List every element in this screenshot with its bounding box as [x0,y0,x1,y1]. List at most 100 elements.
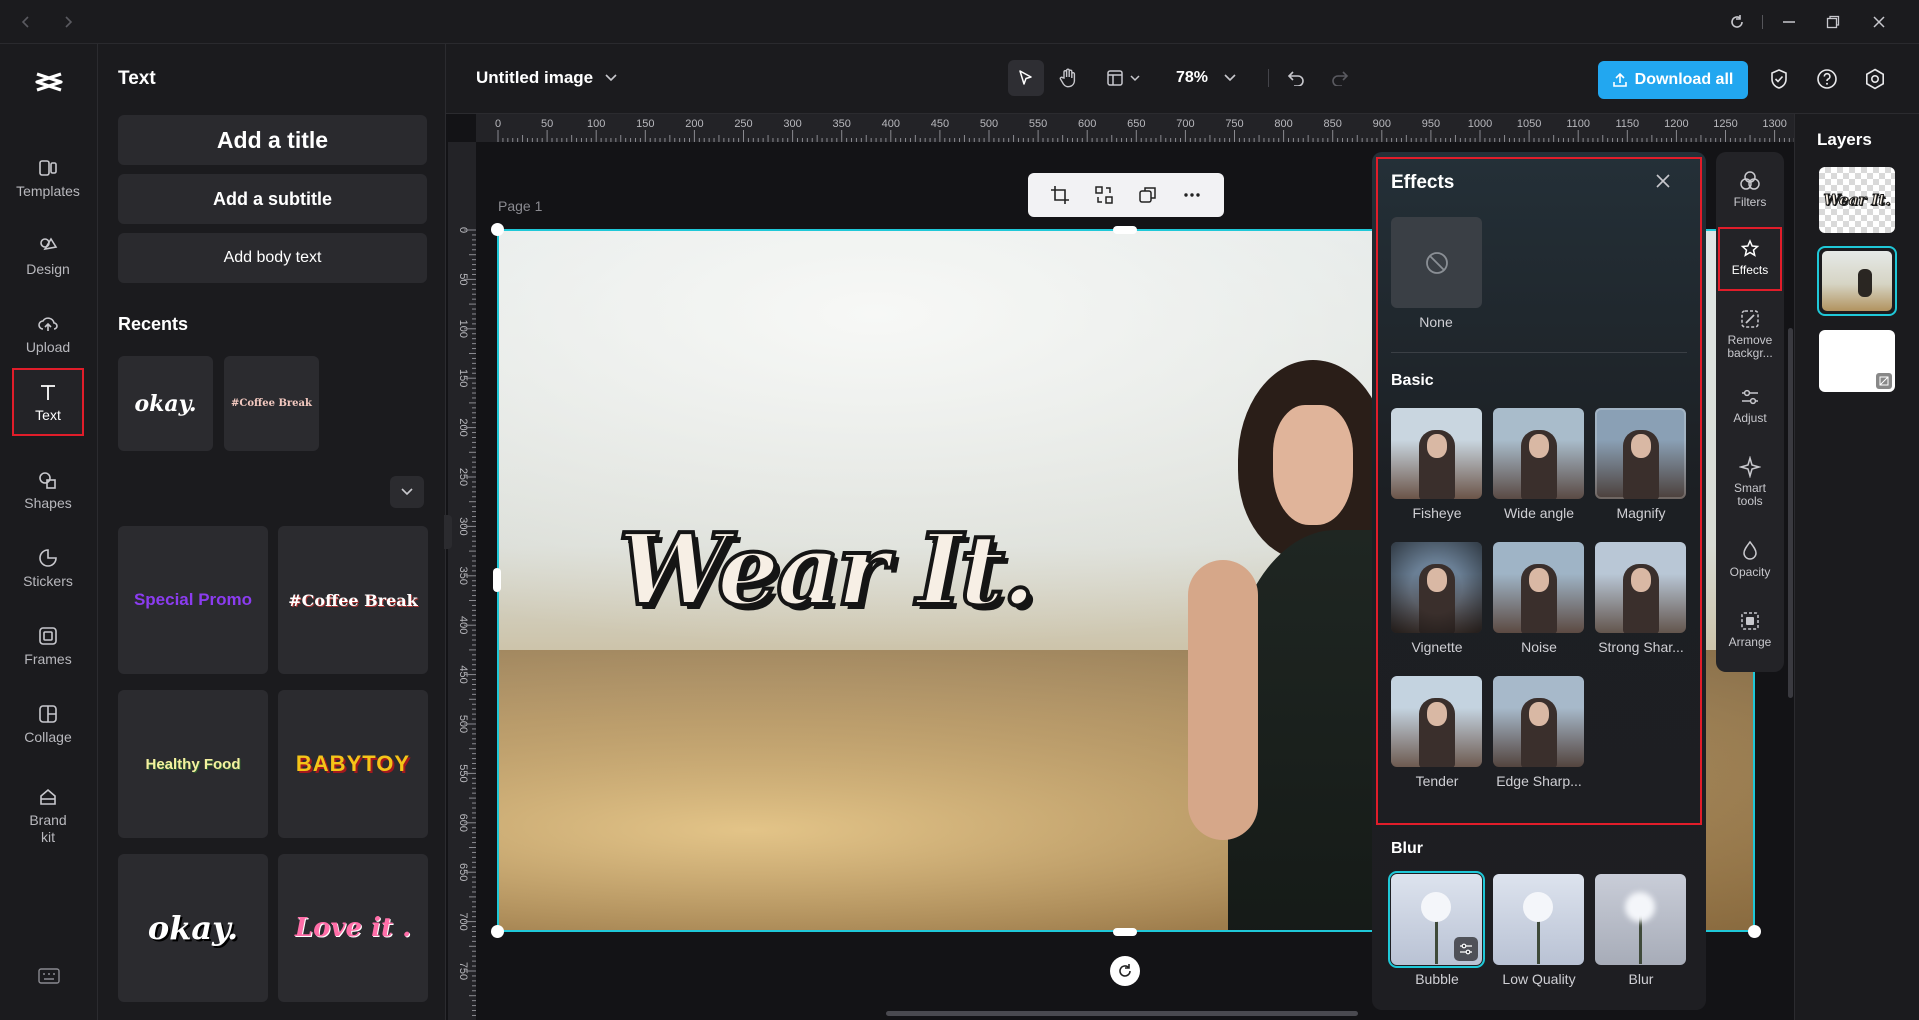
settings-button[interactable] [1862,66,1888,92]
close-icon [1656,174,1670,188]
resize-handle[interactable] [491,925,504,938]
close-window-icon[interactable] [1867,10,1891,34]
recent-item[interactable]: #Coffee Break [224,356,319,451]
sliders-icon [1460,943,1472,955]
replace-icon[interactable] [1094,185,1114,205]
restore-icon[interactable] [1821,10,1845,34]
toolbar-divider [1268,69,1269,87]
hand-tool-button[interactable] [1050,60,1086,96]
blur-effect-thumbnail[interactable] [1388,871,1485,968]
nav-stickers[interactable]: Stickers [12,534,84,602]
nav-design[interactable]: Design [12,222,84,290]
text-template-card[interactable]: Love it . [278,854,428,1002]
resize-handle[interactable] [493,568,501,592]
text-template-card[interactable]: BABYTOY [278,690,428,838]
effect-thumbnail[interactable] [1391,408,1482,499]
text-template-card[interactable]: Healthy Food [118,690,268,838]
design-icon [40,236,58,250]
more-icon[interactable] [1182,185,1202,205]
ruler-label: 150 [636,118,654,130]
undo-button[interactable] [1278,60,1314,96]
close-effects-button[interactable] [1654,172,1674,192]
layer-background[interactable] [1819,330,1895,392]
document-title-dropdown[interactable]: Untitled image [476,68,617,88]
text-template-card[interactable]: Special Promo [118,526,268,674]
tool-smart-tools[interactable]: Smart tools [1720,450,1780,522]
layer-text[interactable]: Wear It. [1819,167,1895,233]
ruler-label: 450 [931,118,949,130]
effects-icon [1740,239,1760,257]
rotate-handle[interactable] [1110,956,1140,986]
upload-icon [38,316,58,331]
help-button[interactable] [1814,66,1840,92]
effect-thumbnail[interactable] [1391,676,1482,767]
tool-arrange[interactable]: Arrange [1720,604,1780,668]
effect-thumbnail[interactable] [1595,542,1686,633]
ruler-label: 600 [1078,118,1096,130]
nav-frames[interactable]: Frames [12,612,84,680]
add-body-text-button[interactable]: Add body text [118,233,427,283]
text-template-card[interactable]: okay. [118,854,268,1002]
chevron-down-icon [1130,74,1140,81]
top-bar: Untitled image 78% Download all [446,44,1919,114]
crop-icon[interactable] [1050,185,1070,205]
nav-templates[interactable]: Templates [12,144,84,212]
tool-filters[interactable]: Filters [1720,164,1780,228]
effect-thumbnail[interactable] [1493,542,1584,633]
select-tool-button[interactable] [1008,60,1044,96]
nav-collage[interactable]: Collage [12,690,84,758]
effect-thumbnail[interactable] [1595,408,1686,499]
recent-item[interactable]: okay. [118,356,213,451]
tool-effects[interactable]: Effects [1720,232,1780,296]
floating-toolbar [1028,173,1224,217]
resize-handle[interactable] [1113,226,1137,234]
blur-section-label: Blur [1391,840,1423,857]
nav-brand-kit[interactable]: Brand kit [12,774,84,858]
add-title-button[interactable]: Add a title [118,115,427,165]
duplicate-icon[interactable] [1138,185,1158,205]
none-icon [1425,251,1448,274]
capcut-logo[interactable] [33,66,65,98]
tool-adjust[interactable]: Adjust [1720,380,1780,444]
tool-opacity[interactable]: Opacity [1720,534,1780,598]
effect-label: Edge Sharp... [1496,773,1582,789]
ruler-label: 300 [783,118,801,130]
effect-thumbnail[interactable] [1391,542,1482,633]
expand-recents-button[interactable] [390,476,424,508]
resize-handle[interactable] [491,223,504,236]
layout-dropdown[interactable] [1106,60,1154,96]
add-subtitle-button[interactable]: Add a subtitle [118,174,427,224]
panel-collapse-handle[interactable] [444,515,452,549]
nav-shapes[interactable]: Shapes [12,456,84,524]
keyboard-shortcuts-icon[interactable] [38,968,62,986]
horizontal-scrollbar[interactable] [886,1011,1358,1016]
effect-thumbnail[interactable] [1493,676,1584,767]
vertical-scrollbar[interactable] [1788,328,1793,698]
effect-thumbnail-face [1631,434,1651,458]
nav-upload[interactable]: Upload [12,300,84,368]
text-template-card[interactable]: #Coffee Break [278,526,428,674]
effect-none[interactable] [1391,217,1482,308]
blur-effect-thumbnail[interactable] [1493,874,1584,965]
nav-text[interactable]: Text [12,368,84,436]
forward-arrow-icon[interactable] [56,10,80,34]
back-arrow-icon[interactable] [14,10,38,34]
tool-remove-background[interactable]: Remove backgr... [1720,302,1780,374]
chevron-down-icon [605,74,617,82]
adjust-effect-button[interactable] [1454,937,1478,961]
resize-handle[interactable] [1113,928,1137,936]
tool-arrange-label: Arrange [1728,635,1772,649]
basic-section-label: Basic [1391,372,1434,389]
resize-handle[interactable] [1748,925,1761,938]
redo-button[interactable] [1322,60,1358,96]
minimize-icon[interactable] [1777,10,1801,34]
tool-smart-tools-label: Smart tools [1733,481,1766,508]
blur-effect-thumbnail[interactable] [1595,874,1686,965]
refresh-icon[interactable] [1725,10,1749,34]
cursor-icon [1019,70,1032,85]
shield-button[interactable] [1766,66,1792,92]
effect-thumbnail[interactable] [1493,408,1584,499]
layer-image[interactable] [1817,246,1897,316]
zoom-dropdown[interactable]: 78% [1176,60,1256,96]
download-all-button[interactable]: Download all [1598,61,1748,99]
